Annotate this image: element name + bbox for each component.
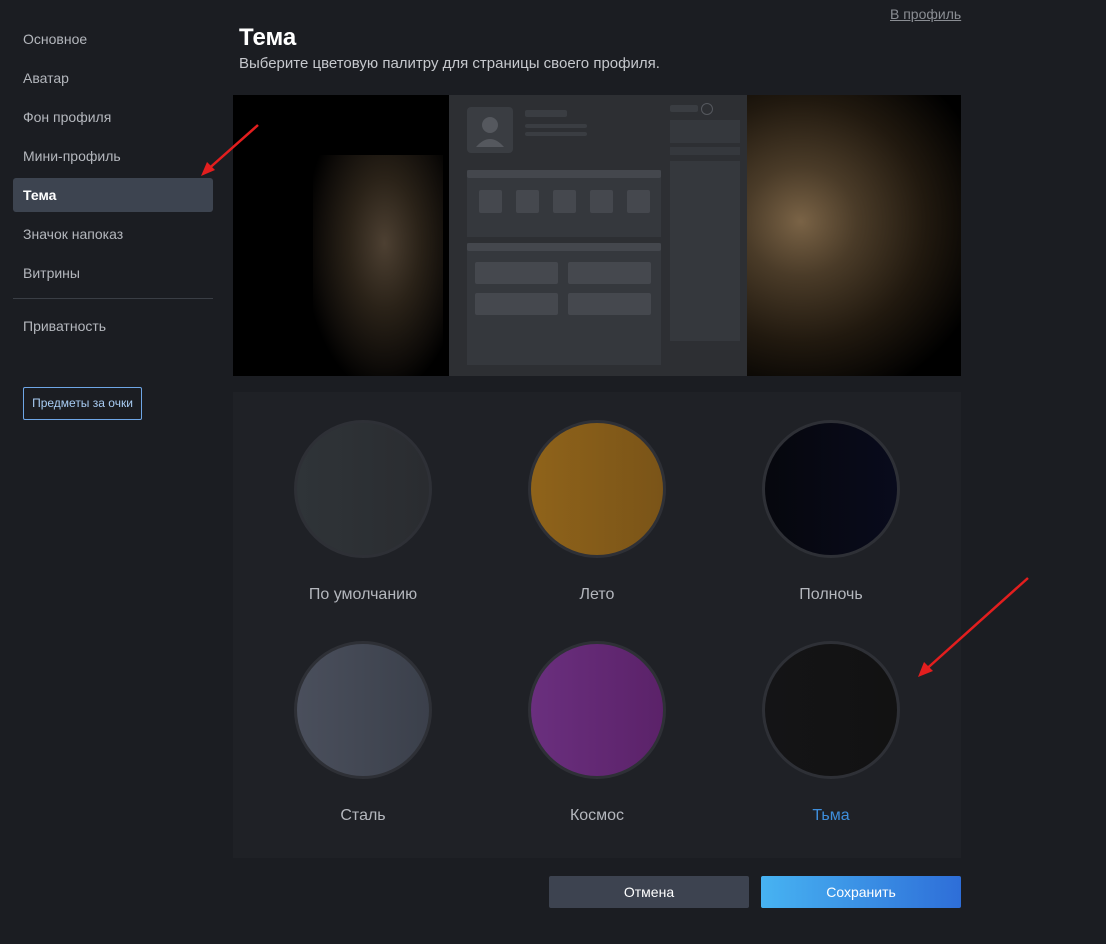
mock-text-line <box>525 132 587 136</box>
theme-option-darkness[interactable]: Тьма <box>731 641 931 825</box>
theme-option-cosmos[interactable]: Космос <box>497 641 697 825</box>
theme-label: Полночь <box>799 586 863 603</box>
mock-panel <box>467 243 661 365</box>
sidebar-nav: Основное Аватар Фон профиля Мини-профиль… <box>13 22 213 348</box>
page-subtitle: Выберите цветовую палитру для страницы с… <box>239 55 660 72</box>
background-art-right <box>747 95 961 376</box>
cancel-button[interactable]: Отмена <box>549 876 749 908</box>
mock-text-line <box>525 124 587 128</box>
sidebar-item-avatar[interactable]: Аватар <box>13 61 213 95</box>
sidebar-item-mini-profile[interactable]: Мини-профиль <box>13 139 213 173</box>
theme-preview <box>233 95 961 376</box>
theme-option-default[interactable]: По умолчанию <box>263 420 463 604</box>
sidebar-item-profile-background[interactable]: Фон профиля <box>13 100 213 134</box>
theme-option-summer[interactable]: Лето <box>497 420 697 604</box>
points-shop-button[interactable]: Предметы за очки <box>23 387 142 420</box>
theme-option-midnight[interactable]: Полночь <box>731 420 931 604</box>
mock-side-block <box>670 161 740 341</box>
mock-panel <box>467 170 661 237</box>
profile-theme-page: Основное Аватар Фон профиля Мини-профиль… <box>0 0 1106 944</box>
theme-swatch <box>528 420 666 558</box>
back-to-profile-link[interactable]: В профиль <box>890 6 961 22</box>
theme-swatch <box>528 641 666 779</box>
sidebar-item-privacy[interactable]: Приватность <box>13 309 213 343</box>
mock-level-circle <box>701 103 713 115</box>
mock-side-block <box>670 147 740 155</box>
theme-label: Лето <box>579 586 615 603</box>
mock-name-line <box>525 110 567 117</box>
avatar-placeholder-icon <box>467 107 513 153</box>
theme-swatch <box>762 420 900 558</box>
sidebar-item-featured-badge[interactable]: Значок напоказ <box>13 217 213 251</box>
sidebar-item-general[interactable]: Основное <box>13 22 213 56</box>
background-art-left <box>313 155 443 376</box>
profile-mockup <box>449 95 747 376</box>
theme-label: Тьма <box>812 807 850 824</box>
page-title: Тема <box>239 24 297 51</box>
mock-side-block <box>670 120 740 143</box>
theme-label: Космос <box>569 807 625 824</box>
theme-swatch <box>762 641 900 779</box>
theme-label: Сталь <box>340 807 386 824</box>
sidebar-divider <box>13 298 213 299</box>
theme-swatch <box>294 641 432 779</box>
sidebar-item-showcases[interactable]: Витрины <box>13 256 213 290</box>
mock-level-line <box>670 105 698 112</box>
theme-option-steel[interactable]: Сталь <box>263 641 463 825</box>
theme-swatch <box>294 420 432 558</box>
save-button[interactable]: Сохранить <box>761 876 961 908</box>
theme-label: По умолчанию <box>308 586 418 603</box>
theme-options: По умолчанию Лето Полночь Сталь Космос Т… <box>233 392 961 858</box>
sidebar-item-theme[interactable]: Тема <box>13 178 213 212</box>
